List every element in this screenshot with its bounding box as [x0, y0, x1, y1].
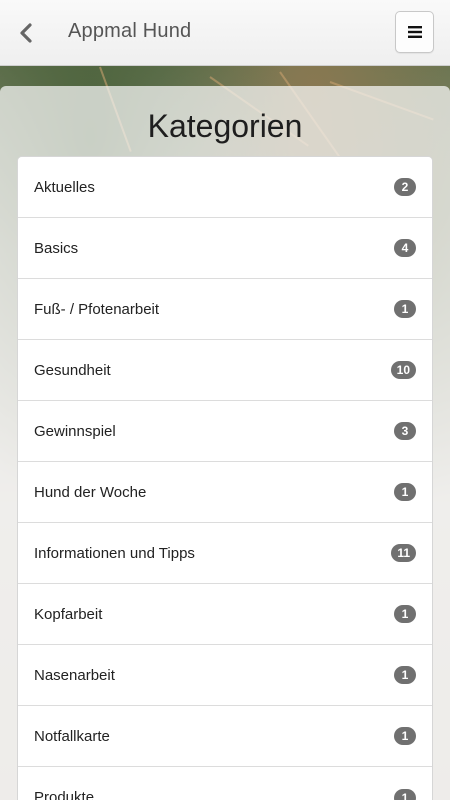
category-item[interactable]: Fuß- / Pfotenarbeit 1 — [18, 279, 432, 340]
category-label: Basics — [34, 239, 79, 257]
category-label: Produkte — [34, 789, 95, 800]
category-label: Notfallkarte — [34, 727, 110, 745]
count-badge: 1 — [394, 666, 416, 684]
category-item[interactable]: Informationen und Tipps 11 — [18, 523, 432, 584]
category-item[interactable]: Basics 4 — [18, 218, 432, 279]
hamburger-menu-icon — [407, 26, 422, 38]
count-badge: 1 — [394, 727, 416, 745]
count-badge: 11 — [391, 544, 416, 562]
chevron-left-icon — [20, 23, 32, 43]
category-label: Fuß- / Pfotenarbeit — [34, 300, 160, 318]
top-navigation-bar: Appmal Hund — [0, 0, 450, 66]
category-label: Nasenarbeit — [34, 666, 115, 684]
category-label: Aktuelles — [34, 178, 95, 196]
count-badge: 1 — [394, 300, 416, 318]
menu-button[interactable] — [395, 11, 434, 53]
category-item[interactable]: Gewinnspiel 3 — [18, 401, 432, 462]
count-badge: 3 — [394, 422, 416, 440]
category-label: Gesundheit — [34, 361, 111, 379]
category-item[interactable]: Nasenarbeit 1 — [18, 645, 432, 706]
category-item[interactable]: Hund der Woche 1 — [18, 462, 432, 523]
app-title: Appmal Hund — [68, 20, 192, 42]
category-item[interactable]: Gesundheit 10 — [18, 340, 432, 401]
count-badge: 1 — [394, 483, 416, 501]
category-label: Kopfarbeit — [34, 605, 103, 623]
category-label: Gewinnspiel — [34, 422, 116, 440]
category-label: Hund der Woche — [34, 483, 147, 501]
count-badge: 1 — [394, 605, 416, 623]
category-label: Informationen und Tipps — [34, 544, 195, 562]
category-item[interactable]: Aktuelles 2 — [18, 157, 432, 218]
page-title: Kategorien — [147, 108, 303, 144]
category-list: Aktuelles 2 Basics 4 Fuß- / Pfotenarbeit 1 Ges… — [17, 156, 433, 800]
category-item[interactable]: Produkte 1 — [18, 767, 432, 800]
back-button[interactable] — [12, 18, 40, 48]
count-badge: 10 — [390, 361, 416, 379]
count-badge: 4 — [394, 239, 416, 257]
category-item[interactable]: Kopfarbeit 1 — [18, 584, 432, 645]
category-item[interactable]: Notfallkarte 1 — [18, 706, 432, 767]
count-badge: 2 — [394, 178, 416, 196]
count-badge: 1 — [394, 788, 416, 800]
